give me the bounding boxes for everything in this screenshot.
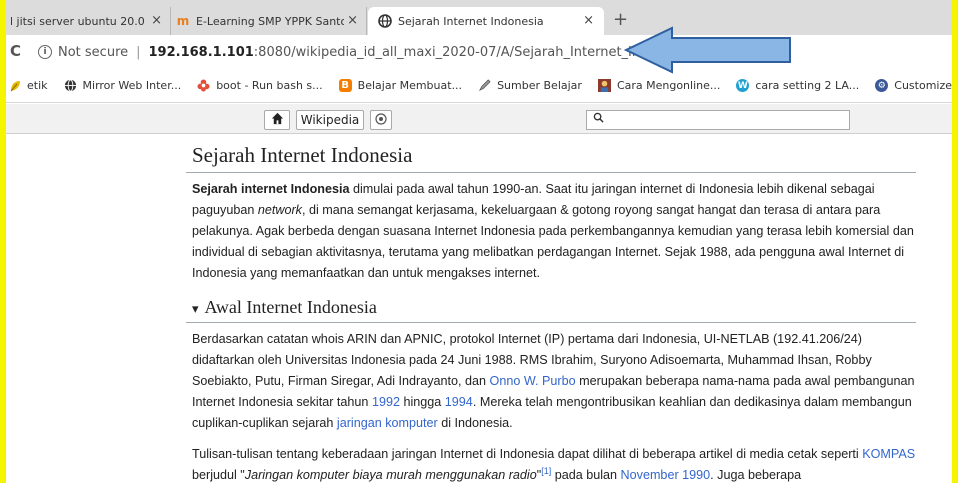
bookmark-label: cara setting 2 LA... (755, 79, 860, 92)
url-host: 192.168.1.101 (148, 44, 254, 60)
settings-icon: ⚙ (875, 79, 889, 92)
bookmark-cara-setting[interactable]: W cara setting 2 LA... (736, 79, 859, 92)
bookmark-sumber[interactable]: Sumber Belajar (478, 79, 582, 92)
tab-title: l jitsi server ubuntu 20.0 (10, 14, 145, 28)
tab-sejarah[interactable]: Sejarah Internet Indonesia × (368, 7, 604, 35)
section-paragraph: Tulisan-tulisan tentang keberadaan jarin… (186, 444, 916, 483)
bookmark-etik[interactable]: etik (8, 79, 48, 92)
text: di Indonesia. (437, 416, 513, 430)
bookmark-label: Sumber Belajar (497, 79, 582, 92)
tab-title: E-Learning SMP YPPK Santo D (196, 14, 344, 28)
bookmark-belajar[interactable]: B Belajar Membuat... (338, 79, 463, 92)
globe-icon (64, 79, 77, 92)
home-icon (271, 112, 284, 128)
close-icon[interactable]: × (347, 13, 358, 28)
browser-window: l jitsi server ubuntu 20.0 × m E-Learnin… (0, 0, 958, 483)
section-paragraph: Berdasarkan catatan whois ARIN dan APNIC… (186, 329, 916, 434)
leaf-icon (8, 79, 21, 92)
separator: | (136, 44, 141, 60)
bookmark-boot[interactable]: boot - Run bash s... (197, 79, 323, 92)
image-icon (597, 79, 611, 92)
bookmark-label: Mirror Web Inter... (82, 79, 182, 92)
not-secure-label: Not secure (58, 44, 129, 60)
bookmark-label: Customize (894, 79, 952, 92)
moodle-icon: m (176, 14, 190, 28)
text: Tulisan-tulisan tentang keberadaan jarin… (192, 447, 863, 461)
link-onno-purbo[interactable]: Onno W. Purbo (490, 374, 576, 388)
section-heading[interactable]: ▾ Awal Internet Indonesia (186, 294, 916, 323)
wiki-header: Wikipedia (6, 104, 952, 134)
link-kompas[interactable]: KOMPAS (862, 447, 915, 461)
bookmark-customize[interactable]: ⚙ Customize (875, 79, 952, 92)
bookmark-label: etik (27, 79, 48, 92)
dice-icon (375, 112, 387, 128)
reload-icon[interactable]: C (10, 42, 21, 60)
site-label: Wikipedia (300, 113, 360, 127)
section-heading-text: Awal Internet Indonesia (204, 297, 377, 317)
address-bar[interactable]: i Not secure | 192.168.1.101 :8080/wikip… (30, 38, 952, 66)
text: berjudul " (192, 468, 245, 482)
bookmark-mirror[interactable]: Mirror Web Inter... (64, 79, 182, 92)
tab-jitsi[interactable]: l jitsi server ubuntu 20.0 × (6, 7, 171, 35)
search-icon (593, 112, 604, 126)
annotation-arrow-icon (624, 26, 791, 74)
home-button[interactable] (264, 110, 290, 130)
text: pada bulan (551, 468, 621, 482)
text-italic: Jaringan komputer biaya murah menggunaka… (244, 468, 537, 482)
bookmarks-bar: etik Mirror Web Inter... boot - Run bash… (6, 69, 952, 103)
info-icon[interactable]: i (38, 45, 52, 59)
text: . Juga beberapa (710, 468, 802, 482)
text-italic: network (257, 203, 302, 217)
pen-icon (478, 79, 491, 92)
close-icon[interactable]: × (583, 13, 594, 28)
bookmark-cara-mengonline[interactable]: Cara Mengonline... (597, 79, 721, 92)
link-1994[interactable]: 1994 (445, 395, 473, 409)
wordpress-icon: W (736, 79, 750, 92)
article-content: Sejarah Internet Indonesia Sejarah inter… (186, 140, 916, 483)
bookmark-label: Belajar Membuat... (357, 79, 463, 92)
link-november-1990[interactable]: November 1990 (621, 468, 711, 482)
close-icon[interactable]: × (151, 13, 162, 28)
intro-paragraph: Sejarah internet Indonesia dimulai pada … (186, 179, 916, 284)
tab-elearning[interactable]: m E-Learning SMP YPPK Santo D × (172, 7, 367, 35)
intro-bold: Sejarah internet Indonesia (192, 182, 350, 196)
wikipedia-home-button[interactable]: Wikipedia (296, 110, 364, 130)
link-1992[interactable]: 1992 (372, 395, 400, 409)
search-input[interactable] (586, 110, 850, 130)
bookmark-label: boot - Run bash s... (216, 79, 323, 92)
tab-title: Sejarah Internet Indonesia (398, 14, 544, 28)
blogger-icon: B (338, 79, 352, 92)
page-title: Sejarah Internet Indonesia (186, 140, 916, 173)
toolbar: C i Not secure | 192.168.1.101 :8080/wik… (6, 35, 952, 69)
random-article-button[interactable] (370, 110, 392, 130)
text: hingga (399, 395, 445, 409)
bookmark-label: Cara Mengonline... (616, 79, 721, 92)
collapse-toggle-icon[interactable]: ▾ (192, 301, 199, 316)
link-jaringan-komputer[interactable]: jaringan komputer (337, 416, 438, 430)
globe-icon (378, 14, 392, 28)
tab-strip: l jitsi server ubuntu 20.0 × m E-Learnin… (6, 0, 952, 35)
flower-icon (197, 79, 210, 92)
reference-link[interactable]: [1] (541, 466, 551, 476)
